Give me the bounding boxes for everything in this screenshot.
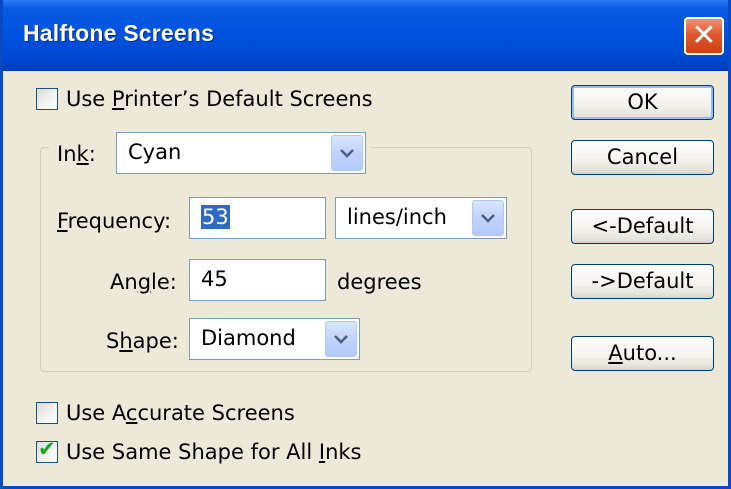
use-accurate-screens-checkbox[interactable]: [36, 402, 58, 424]
shape-select[interactable]: Diamond: [189, 318, 360, 360]
frequency-input[interactable]: 53: [189, 197, 326, 239]
ink-select-value: Cyan: [128, 140, 182, 164]
ink-label: Ink:: [57, 142, 96, 166]
ok-button[interactable]: OK: [571, 85, 714, 120]
frequency-label: Frequency:: [57, 209, 172, 233]
title-bar[interactable]: Halftone Screens ✕: [3, 0, 728, 71]
auto-button[interactable]: Auto...: [571, 336, 714, 371]
use-printer-default-label[interactable]: Use Printer’s Default Screens: [66, 89, 373, 110]
load-default-button[interactable]: <-Default: [571, 209, 714, 244]
ink-select[interactable]: Cyan: [116, 132, 366, 174]
use-same-shape-label[interactable]: Use Same Shape for All Inks: [66, 442, 361, 463]
save-default-button[interactable]: ->Default: [571, 264, 714, 299]
checkmark-icon: ✔: [38, 437, 56, 461]
use-printer-default-checkbox[interactable]: [36, 88, 58, 110]
angle-input[interactable]: 45: [189, 259, 326, 301]
cancel-button[interactable]: Cancel: [571, 140, 714, 175]
chevron-down-icon[interactable]: [472, 200, 504, 236]
angle-value: 45: [201, 267, 228, 291]
close-icon: ✕: [691, 18, 717, 53]
frequency-unit-select[interactable]: lines/inch: [335, 197, 507, 239]
use-same-shape-checkbox[interactable]: ✔: [36, 437, 58, 463]
angle-unit-label: degrees: [337, 270, 422, 294]
dialog-title: Halftone Screens: [23, 20, 215, 46]
shape-select-value: Diamond: [201, 326, 296, 350]
frequency-value: 53: [201, 205, 230, 229]
chevron-down-icon[interactable]: [325, 321, 357, 357]
close-button[interactable]: ✕: [684, 17, 724, 55]
use-accurate-screens-label[interactable]: Use Accurate Screens: [66, 403, 295, 424]
angle-label: Angle:: [110, 270, 177, 294]
chevron-down-icon[interactable]: [331, 135, 363, 171]
shape-label: Shape:: [106, 329, 179, 353]
frequency-unit-value: lines/inch: [347, 205, 447, 229]
halftone-screens-dialog: Halftone Screens ✕ Use Printer’s Default…: [0, 0, 731, 489]
